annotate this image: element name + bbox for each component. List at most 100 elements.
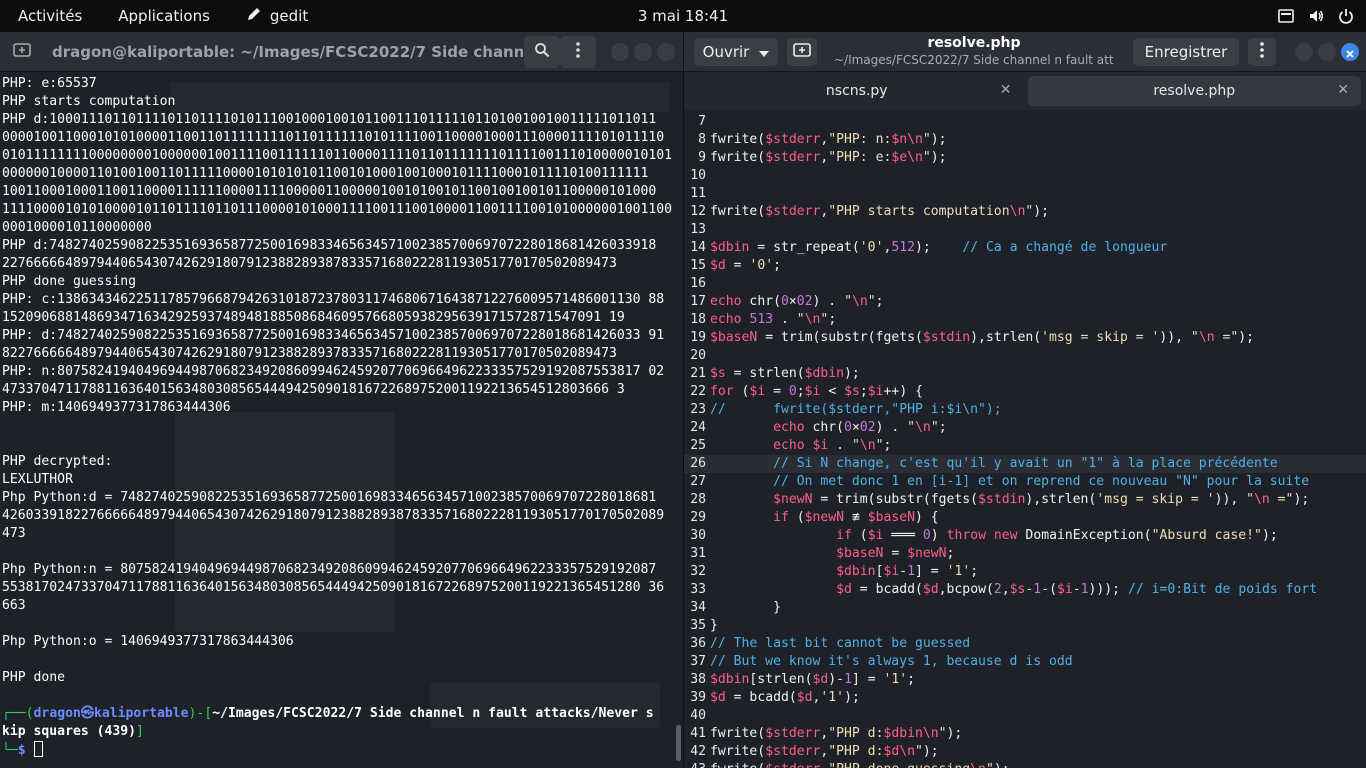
terminal-line: 8227666664897944065430742629180791238828… [2, 346, 617, 361]
app-menu[interactable]: gedit [228, 0, 326, 32]
line-number: 37 [690, 654, 706, 669]
minimize-button[interactable] [1295, 43, 1313, 61]
line-number: 40 [690, 708, 706, 723]
code-line[interactable]: 10 [684, 167, 1366, 185]
keyboard-icon[interactable] [1278, 8, 1294, 24]
code-line[interactable]: 15 $d = '0'; [684, 257, 1366, 275]
line-number: 38 [690, 672, 706, 687]
code-line[interactable]: 30 if ($i ═══ 0) throw new DomainExcepti… [684, 527, 1366, 545]
power-icon[interactable] [1338, 8, 1354, 24]
code-line[interactable]: 28 $newN = trim(substr(fgets($stdin),str… [684, 491, 1366, 509]
code-line[interactable]: 40 [684, 707, 1366, 725]
code-line[interactable]: 8 fwrite($stderr,"PHP: n:$n\n"); [684, 131, 1366, 149]
code-line[interactable]: 22 for ($i = 0;$i < $s;$i++) { [684, 383, 1366, 401]
code-line[interactable]: 26 // Si N change, c'est qu'il y avait u… [684, 455, 1366, 473]
gedit-window[interactable]: Ouvrir resolve.php ~/Images/FCSC2022/7 S… [683, 32, 1366, 768]
code-line[interactable]: 35} [684, 617, 1366, 635]
code-line[interactable]: 13 [684, 221, 1366, 239]
line-number: 32 [690, 564, 706, 579]
tab-resolve-php[interactable]: resolve.php ✕ [1027, 76, 1361, 106]
line-number: 15 [690, 258, 706, 273]
prompt-decoration: )-[ [188, 706, 213, 721]
code-editor[interactable]: 7 8 fwrite($stderr,"PHP: n:$n\n"); 9 fwrite(… [684, 110, 1366, 768]
code-line[interactable]: 16 [684, 275, 1366, 293]
terminal-output[interactable]: PHP: e:65537 PHP starts computation PHP d:… [0, 72, 683, 768]
code-line[interactable]: 36 // The last bit cannot be guessed [684, 635, 1366, 653]
terminal-scrollbar[interactable] [676, 725, 681, 761]
prompt-input-line[interactable]: └─$ [2, 741, 683, 759]
tab-nscns-py[interactable]: nscns.py ✕ [690, 76, 1024, 106]
maximize-button[interactable] [634, 43, 652, 61]
gedit-menu-button[interactable] [1248, 38, 1276, 66]
code-line[interactable]: 39 $d = bcadd($d,'1'); [684, 689, 1366, 707]
code-text: fwrite($stderr,"PHP done guessing\n"); [710, 761, 1010, 768]
code-line[interactable]: 9 fwrite($stderr,"PHP: e:$e\n"); [684, 149, 1366, 167]
line-number: 18 [690, 312, 706, 327]
code-line[interactable]: 33 $d = bcadd($d,bcpow(2,$s-1-($i-1))); … [684, 581, 1366, 599]
code-line[interactable]: 14 $dbin = str_repeat('0',512); // Ca a c… [684, 239, 1366, 257]
terminal-line: 0000001000011010010011011111000010101010… [2, 166, 649, 181]
line-number: 16 [690, 276, 706, 291]
open-button[interactable]: Ouvrir [694, 38, 778, 66]
pencil-icon [246, 6, 262, 26]
terminal-line: PHP: e:65537 [2, 76, 97, 91]
code-line[interactable]: 7 [684, 113, 1366, 131]
save-button[interactable]: Enregistrer [1133, 38, 1239, 66]
new-document-button[interactable] [787, 38, 817, 66]
volume-icon[interactable] [1308, 8, 1324, 24]
tab-label: resolve.php [1153, 83, 1236, 99]
code-line[interactable]: 32 $dbin[$i-1] = '1'; [684, 563, 1366, 581]
terminal-line: Php Python:d = 7482740259082253516936587… [2, 490, 657, 505]
code-line[interactable]: 37 // But we know it's always 1, because … [684, 653, 1366, 671]
code-line[interactable]: 31 $baseN = $newN; [684, 545, 1366, 563]
terminal-line: 1520906881486934716342925937489481885086… [2, 310, 625, 325]
code-text: fwrite($stderr,"PHP d:$d\n"); [710, 744, 939, 759]
code-line[interactable]: 24 echo chr(0×02) . "\n"; [684, 419, 1366, 437]
applications-label: Applications [118, 7, 210, 25]
code-line[interactable]: 11 [684, 185, 1366, 203]
new-tab-button[interactable] [4, 36, 40, 68]
code-line[interactable]: 19 $baseN = trim(substr(fgets($stdin),str… [684, 329, 1366, 347]
code-text: fwrite($stderr,"PHP: n:$n\n"); [710, 132, 947, 147]
system-tray[interactable] [1278, 0, 1354, 32]
top-bar: Activités Applications gedit 3 mai 18:41 [0, 0, 1366, 32]
code-line[interactable]: 38 $dbin[strlen($d)-1] = '1'; [684, 671, 1366, 689]
code-line[interactable]: 29 if ($newN ≢ $baseN) { [684, 509, 1366, 527]
code-text: $d = bcadd($d,'1'); [710, 690, 860, 705]
code-line[interactable]: 23 // fwrite($stderr,"PHP i:$i\n"); [684, 401, 1366, 419]
code-line[interactable]: 43 fwrite($stderr,"PHP done guessing\n"); [684, 761, 1366, 768]
code-line[interactable]: 41 fwrite($stderr,"PHP d:$dbin\n"); [684, 725, 1366, 743]
search-button[interactable] [524, 36, 560, 68]
close-tab-icon[interactable]: ✕ [1000, 82, 1012, 98]
terminal-header: dragon@kaliportable: ~/Images/FCSC2022/7… [0, 32, 683, 72]
line-number: 41 [690, 726, 706, 741]
code-line[interactable]: 18 echo 513 . "\n"; [684, 311, 1366, 329]
clock[interactable]: 3 mai 18:41 [638, 7, 728, 25]
document-title-block: resolve.php ~/Images/FCSC2022/7 Side cha… [834, 35, 1114, 67]
applications-menu[interactable]: Applications [100, 0, 228, 32]
code-text: $dbin[$i-1] = '1'; [836, 564, 979, 579]
code-line[interactable]: 25 echo $i . "\n"; [684, 437, 1366, 455]
code-line[interactable]: 34 } [684, 599, 1366, 617]
activities-button[interactable]: Activités [0, 0, 100, 32]
close-tab-icon[interactable]: ✕ [1337, 82, 1349, 98]
terminal-menu-button[interactable] [560, 36, 596, 68]
close-button[interactable] [1341, 43, 1359, 61]
maximize-button[interactable] [1318, 43, 1336, 61]
code-text: echo chr(0×02) . "\n"; [710, 294, 884, 309]
close-button[interactable] [657, 43, 675, 61]
line-number: 26 [690, 456, 706, 471]
code-text: fwrite($stderr,"PHP starts computation\n… [710, 204, 1050, 219]
minimize-button[interactable] [611, 43, 629, 61]
code-line[interactable]: 20 [684, 347, 1366, 365]
terminal-line: 1001100010001100110000111111000011110000… [2, 184, 657, 199]
code-line[interactable]: 42 fwrite($stderr,"PHP d:$d\n"); [684, 743, 1366, 761]
code-line[interactable]: 12 fwrite($stderr,"PHP starts computation… [684, 203, 1366, 221]
code-line[interactable]: 21 $s = strlen($dbin); [684, 365, 1366, 383]
code-line[interactable]: 17 echo chr(0×02) . "\n"; [684, 293, 1366, 311]
terminal-window[interactable]: dragon@kaliportable: ~/Images/FCSC2022/7… [0, 32, 683, 768]
code-line[interactable]: 27 // On met donc 1 en [i-1] et on repre… [684, 473, 1366, 491]
line-number: 20 [690, 348, 706, 363]
